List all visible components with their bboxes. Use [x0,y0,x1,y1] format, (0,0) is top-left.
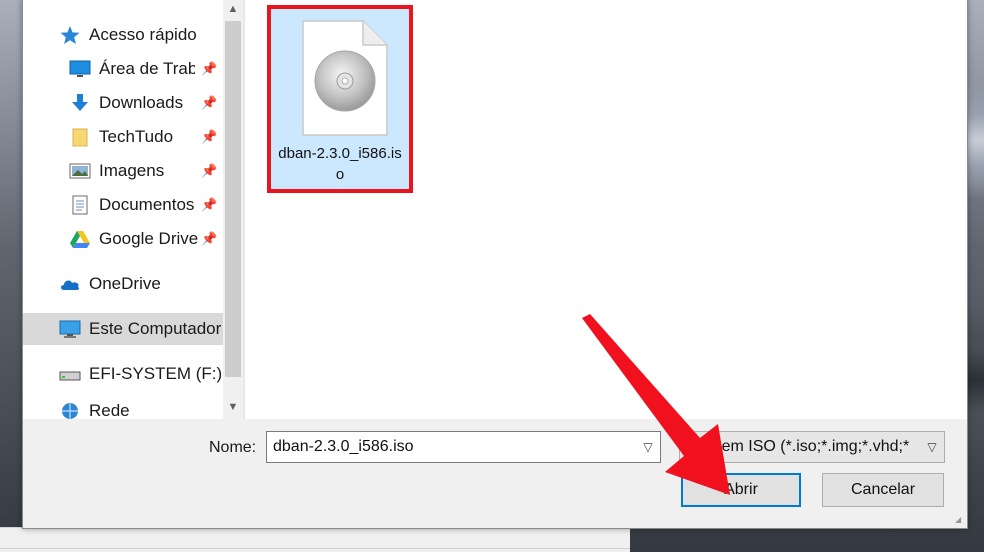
nav-item-label: Documentos [99,195,195,214]
nav-item-desktop[interactable]: Área de Trabalho [23,53,223,85]
nav-item-efi-system[interactable]: EFI-SYSTEM (F:) [23,358,223,390]
nav-item-label: Área de Trabalho [99,59,195,78]
navigation-scrollbar[interactable]: ▲ ▼ [223,0,243,419]
disc-image-icon [301,19,389,137]
file-list: dban-2.3.0_i586.iso [245,0,967,419]
nav-item-documentos[interactable]: Documentos [23,189,223,221]
pin-icon: 📌 [201,231,218,246]
drive-icon [59,364,81,384]
nav-item-techtudo[interactable]: TechTudo [23,121,223,153]
computer-icon [59,319,81,339]
nav-item-this-pc[interactable]: Este Computador [23,313,223,345]
open-file-dialog: Acesso rápido Área de Trabalho 📌 Downloa… [22,0,968,529]
nav-item-label: OneDrive [89,274,161,293]
google-drive-icon [69,229,91,249]
desktop-icon [69,59,91,79]
filename-input[interactable]: dban-2.3.0_i586.iso ▽ [266,431,661,463]
pin-icon: 📌 [201,197,218,212]
nav-item-imagens[interactable]: Imagens [23,155,223,187]
chevron-down-icon[interactable]: ▽ [636,432,660,462]
filename-label: Nome: [209,439,257,456]
nav-item-downloads[interactable]: Downloads [23,87,223,119]
cancel-button[interactable]: Cancelar [822,473,944,507]
nav-item-label: Acesso rápido [89,25,197,44]
nav-item-network[interactable]: Rede [23,401,223,419]
pin-icon: 📌 [201,129,218,144]
pictures-icon [69,161,91,181]
dialog-footer: Nome: dban-2.3.0_i586.iso ▽ Imagem ISO (… [23,419,967,528]
network-icon [59,401,81,419]
pin-icon: 📌 [201,61,218,76]
star-icon [59,25,81,45]
resize-grip-icon[interactable]: ◢ [955,515,965,525]
open-button[interactable]: Abrir [681,473,801,507]
nav-item-label: Este Computador [89,319,222,338]
pin-icon: 📌 [201,163,218,178]
nav-item-label: EFI-SYSTEM (F:) [89,364,223,383]
nav-item-label: Rede [89,401,130,419]
file-item-dban-iso[interactable]: dban-2.3.0_i586.iso [267,5,413,193]
scrollbar-thumb[interactable] [225,21,241,377]
chevron-down-icon[interactable]: ▽ [920,432,944,462]
nav-item-label: TechTudo [99,127,174,146]
taskbar-strip [0,527,630,552]
nav-item-label: Google Drive [99,229,199,248]
filename-value: dban-2.3.0_i586.iso [273,438,414,455]
nav-item-onedrive[interactable]: OneDrive [23,268,223,300]
nav-item-label: Downloads [99,93,184,112]
download-icon [69,93,91,113]
scroll-down-icon[interactable]: ▼ [223,397,243,417]
nav-item-label: Imagens [99,161,165,180]
pin-icon: 📌 [201,95,218,110]
file-type-select[interactable]: Imagem ISO (*.iso;*.img;*.vhd;* ▽ [679,431,945,463]
file-type-value: Imagem ISO (*.iso;*.img;*.vhd;* [686,438,910,455]
documents-icon [69,195,91,215]
nav-item-google-drive[interactable]: Google Drive [23,223,223,255]
scroll-up-icon[interactable]: ▲ [223,0,243,19]
file-name-label: dban-2.3.0_i586.iso [278,145,402,183]
nav-item-quick-access[interactable]: Acesso rápido [23,19,223,51]
folder-icon [69,127,91,147]
navigation-pane: Acesso rápido Área de Trabalho 📌 Downloa… [23,0,223,419]
onedrive-icon [59,274,81,294]
